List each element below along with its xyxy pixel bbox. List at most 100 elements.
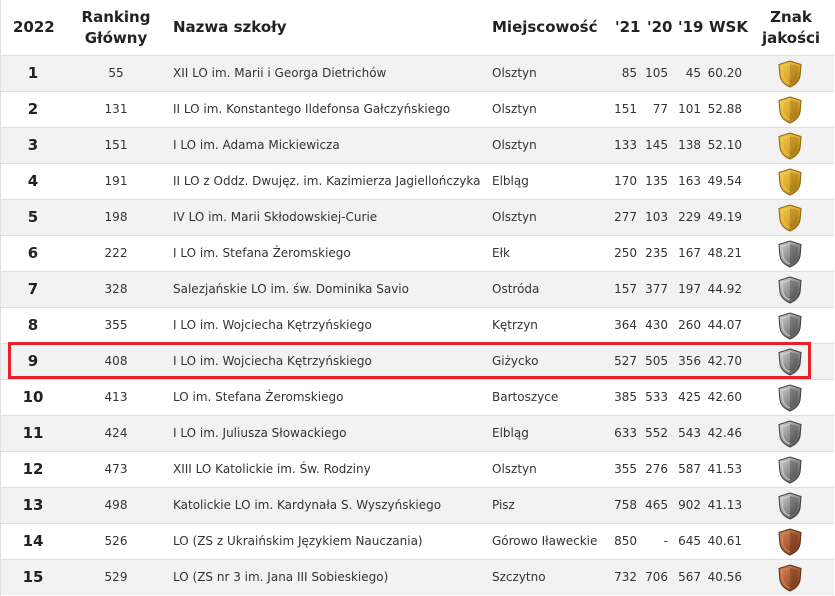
year-19-cell: 167 <box>678 246 701 260</box>
header-year-19: '19 <box>678 18 704 36</box>
quality-shield-icon <box>777 240 803 268</box>
school-name-cell: LO (ZS nr 3 im. Jana III Sobieskiego) <box>173 570 389 584</box>
rank-cell: 5 <box>27 208 39 226</box>
school-name-cell: IV LO im. Marii Skłodowskiej-Curie <box>173 210 378 224</box>
main-ranking-cell: 222 <box>104 246 128 260</box>
school-name-cell: Katolickie LO im. Kardynała S. Wyszyński… <box>173 498 442 512</box>
quality-shield-icon <box>777 132 803 160</box>
table-row[interactable]: 11 424 I LO im. Juliusza Słowackiego Elbląg… <box>1 415 834 451</box>
wsk-cell: 52.88 <box>707 102 742 116</box>
school-name-cell: XIII LO Katolickie im. Św. Rodziny <box>173 462 371 476</box>
year-19-cell: 163 <box>678 174 701 188</box>
table-row[interactable]: 3 151 I LO im. Adama Mickiewicza Olsztyn 133… <box>1 127 834 163</box>
wsk-cell: 42.46 <box>707 426 742 440</box>
year-20-cell: 430 <box>645 318 668 332</box>
year-20-cell: 706 <box>645 570 668 584</box>
main-ranking-cell: 151 <box>104 138 128 152</box>
main-ranking-cell: 355 <box>104 318 128 332</box>
year-21-cell: 633 <box>614 426 637 440</box>
school-name-cell: Salezjańskie LO im. św. Dominika Savio <box>173 282 409 296</box>
year-19-cell: 587 <box>678 462 701 476</box>
main-ranking-cell: 413 <box>104 390 128 404</box>
year-20-cell: - <box>663 534 668 548</box>
year-19-cell: 101 <box>678 102 701 116</box>
quality-shield-icon <box>777 96 803 124</box>
wsk-cell: 42.70 <box>707 354 742 368</box>
year-21-cell: 250 <box>614 246 637 260</box>
table-row[interactable]: 7 328 Salezjańskie LO im. św. Dominika Sav… <box>1 271 834 307</box>
table-row[interactable]: 9 408 I LO im. Wojciecha Kętrzyńskiego Giży… <box>1 343 834 379</box>
school-name-cell: I LO im. Wojciecha Kętrzyńskiego <box>173 318 372 332</box>
wsk-cell: 41.13 <box>707 498 742 512</box>
table-header: 2022 Ranking Główny Nazwa szkoły Miejsco… <box>1 0 834 55</box>
main-ranking-cell: 131 <box>104 102 128 116</box>
quality-shield-icon <box>777 348 803 376</box>
year-19-cell: 645 <box>678 534 701 548</box>
school-name-cell: I LO im. Juliusza Słowackiego <box>173 426 347 440</box>
school-name-cell: LO im. Stefana Żeromskiego <box>173 390 344 404</box>
rank-cell: 13 <box>22 496 44 514</box>
year-19-cell: 45 <box>685 66 701 80</box>
header-school-name: Nazwa szkoły <box>173 18 287 36</box>
rank-cell: 11 <box>22 424 44 442</box>
city-cell: Olsztyn <box>492 210 537 224</box>
year-20-cell: 105 <box>645 66 668 80</box>
ranking-table: 2022 Ranking Główny Nazwa szkoły Miejsco… <box>0 0 834 596</box>
quality-shield-icon <box>777 60 803 88</box>
wsk-cell: 44.92 <box>707 282 742 296</box>
header-year-21: '21 <box>615 18 641 36</box>
school-name-cell: II LO im. Konstantego Ildefonsa Gałczyńs… <box>173 102 451 116</box>
quality-shield-icon <box>777 168 803 196</box>
table-row[interactable]: 13 498 Katolickie LO im. Kardynała S. Wysz… <box>1 487 834 523</box>
rank-cell: 4 <box>27 172 39 190</box>
year-20-cell: 135 <box>645 174 668 188</box>
year-19-cell: 902 <box>678 498 701 512</box>
rank-cell: 1 <box>27 64 39 82</box>
main-ranking-cell: 408 <box>104 354 128 368</box>
year-21-cell: 732 <box>614 570 637 584</box>
city-cell: Elbląg <box>492 174 529 188</box>
year-21-cell: 133 <box>614 138 637 152</box>
table-row[interactable]: 6 222 I LO im. Stefana Żeromskiego Ełk 250 23… <box>1 235 834 271</box>
table-row[interactable]: 15 529 LO (ZS nr 3 im. Jana III Sobieskieg… <box>1 559 834 595</box>
year-21-cell: 355 <box>614 462 637 476</box>
rank-cell: 10 <box>22 388 44 406</box>
city-cell: Ostróda <box>492 282 540 296</box>
year-19-cell: 138 <box>678 138 701 152</box>
wsk-cell: 49.54 <box>707 174 742 188</box>
wsk-cell: 40.61 <box>707 534 742 548</box>
city-cell: Pisz <box>492 498 515 512</box>
quality-shield-icon <box>777 564 803 592</box>
wsk-cell: 60.20 <box>707 66 742 80</box>
main-ranking-cell: 424 <box>104 426 128 440</box>
year-20-cell: 552 <box>645 426 668 440</box>
city-cell: Olsztyn <box>492 138 537 152</box>
city-cell: Szczytno <box>492 570 546 584</box>
year-21-cell: 277 <box>614 210 637 224</box>
quality-shield-icon <box>777 276 803 304</box>
year-21-cell: 151 <box>614 102 637 116</box>
city-cell: Kętrzyn <box>492 318 538 332</box>
table-row[interactable]: 5 198 IV LO im. Marii Skłodowskiej-Curie Ol… <box>1 199 834 235</box>
table-row[interactable]: 12 473 XIII LO Katolickie im. Św. Rodziny O… <box>1 451 834 487</box>
table-row[interactable]: 10 413 LO im. Stefana Żeromskiego Bartoszyc… <box>1 379 834 415</box>
quality-shield-icon <box>777 312 803 340</box>
rank-cell: 6 <box>27 244 39 262</box>
wsk-cell: 49.19 <box>707 210 742 224</box>
table-row[interactable]: 14 526 LO (ZS z Ukraińskim Językiem Naucza… <box>1 523 834 559</box>
city-cell: Ełk <box>492 246 510 260</box>
rank-cell: 9 <box>27 352 39 370</box>
main-ranking-cell: 191 <box>104 174 128 188</box>
year-20-cell: 533 <box>645 390 668 404</box>
year-21-cell: 850 <box>614 534 637 548</box>
wsk-cell: 44.07 <box>707 318 742 332</box>
table-row[interactable]: 8 355 I LO im. Wojciecha Kętrzyńskiego Kętr… <box>1 307 834 343</box>
year-21-cell: 527 <box>614 354 637 368</box>
rank-cell: 3 <box>27 136 39 154</box>
year-21-cell: 157 <box>614 282 637 296</box>
quality-shield-icon <box>777 528 803 556</box>
table-row[interactable]: 1 55 XII LO im. Marii i Georga Dietrichów O… <box>1 55 834 91</box>
table-row[interactable]: 4 191 II LO z Oddz. Dwujęz. im. Kazimierza… <box>1 163 834 199</box>
rank-cell: 12 <box>22 460 44 478</box>
table-row[interactable]: 2 131 II LO im. Konstantego Ildefonsa Gałc… <box>1 91 834 127</box>
